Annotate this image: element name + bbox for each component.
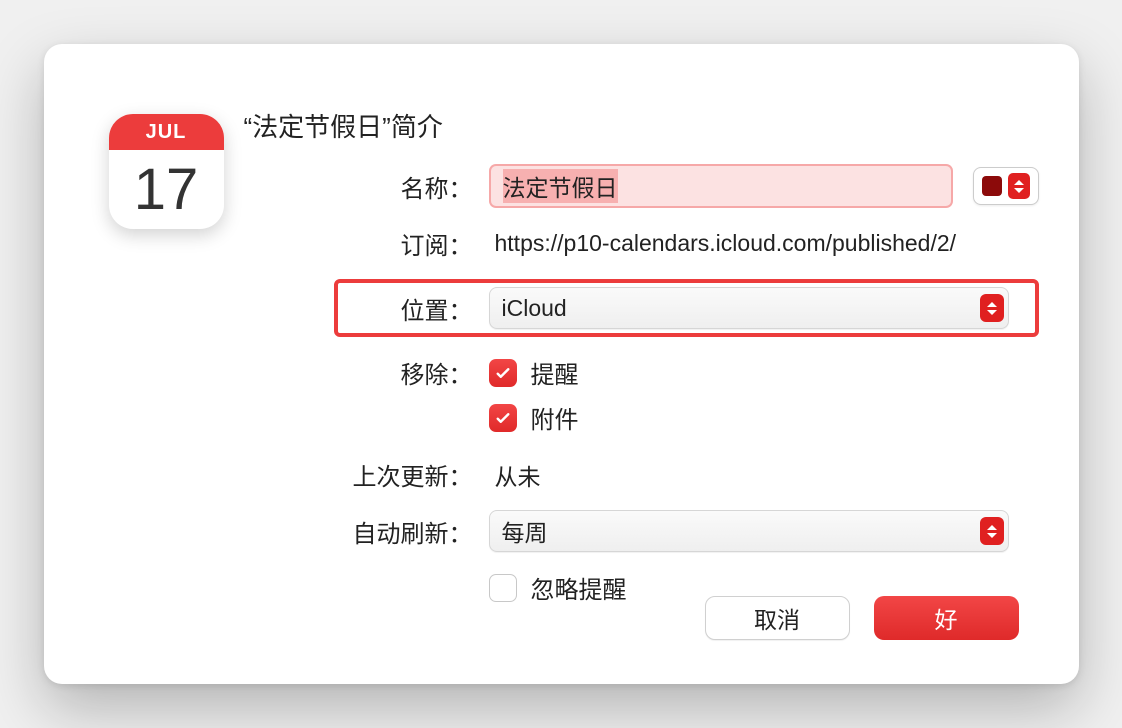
label-location: 位置： [342, 291, 489, 326]
checkbox-ignore-alerts[interactable] [489, 574, 517, 602]
checkbox-remove-alerts[interactable] [489, 359, 517, 387]
calendar-app-icon: JUL 17 [109, 114, 224, 229]
label-name: 名称： [334, 169, 489, 204]
ignore-alerts-label: 忽略提醒 [531, 570, 627, 605]
remove-alerts-label: 提醒 [531, 355, 579, 390]
form-area: 名称： 法定节假日 订阅： https://p10-calendars.iclo… [334, 164, 1039, 623]
color-swatch [982, 176, 1002, 196]
label-subscribe: 订阅： [334, 226, 489, 261]
last-update-value: 从未 [489, 458, 541, 492]
checkbox-remove-attachments[interactable] [489, 404, 517, 432]
color-picker[interactable] [973, 167, 1039, 205]
location-highlight: 位置： iCloud [334, 279, 1039, 337]
label-auto-refresh: 自动刷新： [334, 514, 489, 549]
ok-button[interactable]: 好 [874, 596, 1019, 640]
chevron-up-down-icon [980, 517, 1004, 545]
chevron-up-down-icon [980, 294, 1004, 322]
remove-attachments-label: 附件 [531, 400, 579, 435]
name-value: 法定节假日 [503, 169, 618, 203]
label-last-update: 上次更新： [334, 457, 489, 492]
calendar-info-dialog: JUL 17 “法定节假日”简介 名称： 法定节假日 订阅： https://p… [44, 44, 1079, 684]
name-input[interactable]: 法定节假日 [489, 164, 953, 208]
chevron-up-down-icon [1008, 173, 1030, 199]
auto-refresh-value: 每周 [502, 514, 548, 548]
location-select[interactable]: iCloud [489, 287, 1009, 329]
dialog-title: “法定节假日”简介 [244, 107, 443, 144]
dialog-buttons: 取消 好 [705, 596, 1019, 640]
calendar-icon-day: 17 [109, 150, 224, 229]
auto-refresh-select[interactable]: 每周 [489, 510, 1009, 552]
check-icon [494, 364, 512, 382]
location-value: iCloud [502, 295, 567, 322]
label-remove: 移除： [334, 355, 489, 390]
subscribe-url: https://p10-calendars.icloud.com/publish… [489, 230, 957, 257]
calendar-icon-month: JUL [109, 114, 224, 150]
cancel-button[interactable]: 取消 [705, 596, 850, 640]
check-icon [494, 409, 512, 427]
